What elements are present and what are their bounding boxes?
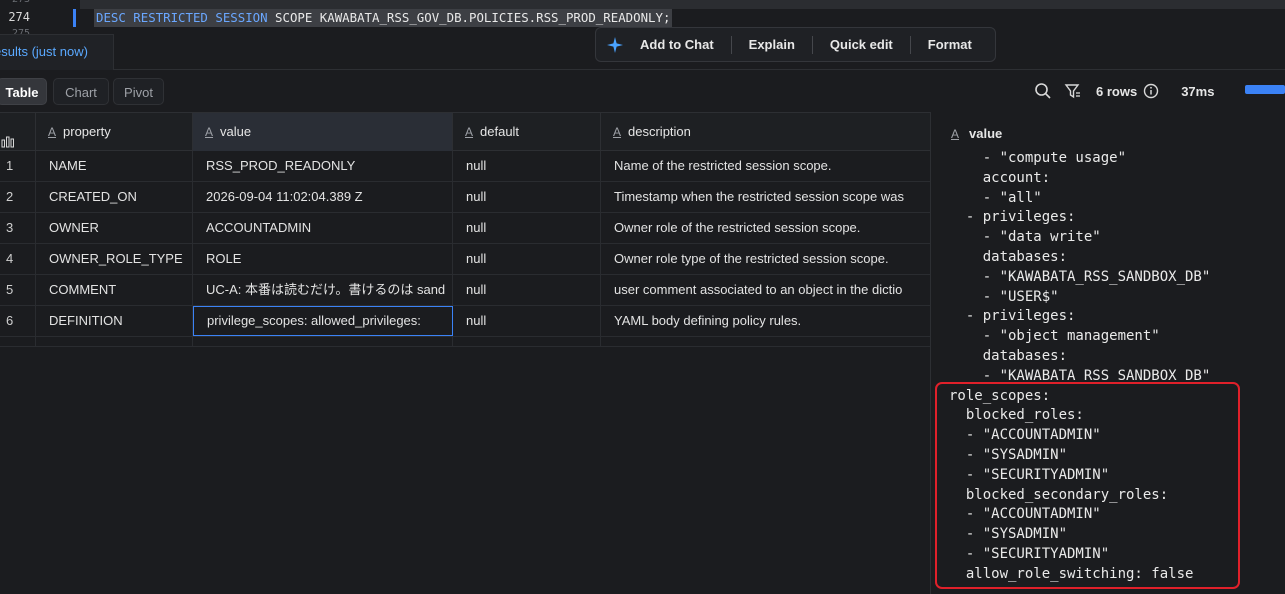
table-row[interactable]: 6 DEFINITION privilege_scopes: allowed_p…	[0, 306, 930, 337]
text-type-icon: A	[48, 125, 57, 139]
cell-property[interactable]: COMMENT	[36, 275, 193, 305]
add-to-chat-button[interactable]: Add to Chat	[640, 37, 731, 52]
tab-table[interactable]: Table	[0, 78, 47, 105]
editor-top-strip	[80, 0, 1285, 9]
result-toolbar: Table Chart Pivot 6 rows 37ms	[0, 70, 1285, 112]
quick-edit-button[interactable]: Quick edit	[813, 37, 910, 52]
results-tab-label: esults (just now)	[0, 44, 88, 59]
row-number-header	[0, 113, 36, 151]
table-row[interactable]: 2 CREATED_ON 2026-09-04 11:02:04.389 Z n…	[0, 182, 930, 213]
current-line-marker	[73, 9, 76, 27]
text-type-icon: A	[205, 125, 214, 139]
row-number: 1	[0, 151, 36, 181]
column-name: default	[480, 124, 520, 139]
table-row[interactable]: 4 OWNER_ROLE_TYPE ROLE null Owner role t…	[0, 244, 930, 275]
cell-value	[193, 337, 453, 346]
cell-default	[453, 337, 601, 346]
detail-panel-title: value	[969, 126, 1003, 141]
cell-description[interactable]: Timestamp when the restricted session sc…	[601, 182, 930, 212]
results-table: Aproperty Avalue Adefault Adescription 1…	[0, 112, 930, 594]
row-number: 6	[0, 306, 36, 336]
query-duration: 37ms	[1181, 83, 1215, 99]
row-number: 4	[0, 244, 36, 274]
line-number-prev: 273	[2, 0, 30, 5]
filter-columns-icon[interactable]	[1064, 82, 1082, 100]
cell-value-selected[interactable]: privilege_scopes: allowed_privileges:	[193, 306, 453, 336]
tab-chart[interactable]: Chart	[53, 78, 109, 105]
column-header-default[interactable]: Adefault	[453, 113, 601, 151]
cell-value[interactable]: UC-A: 本番は読むだけ。書けるのは sand	[193, 275, 453, 305]
table-header: Aproperty Avalue Adefault Adescription	[0, 112, 930, 151]
cell-property[interactable]: OWNER_ROLE_TYPE	[36, 244, 193, 274]
text-type-icon: A	[465, 125, 474, 139]
column-name: value	[220, 124, 252, 139]
cell-description[interactable]: Owner role of the restricted session sco…	[601, 213, 930, 243]
search-icon[interactable]	[1034, 82, 1052, 100]
explain-button[interactable]: Explain	[732, 37, 812, 52]
tab-pivot[interactable]: Pivot	[113, 78, 164, 105]
sparkle-icon	[607, 36, 623, 53]
column-header-property[interactable]: Aproperty	[36, 113, 193, 151]
cell-value[interactable]: ROLE	[193, 244, 453, 274]
cell-property[interactable]: CREATED_ON	[36, 182, 193, 212]
table-row[interactable]: 5 COMMENT UC-A: 本番は読むだけ。書けるのは sand null …	[0, 275, 930, 306]
cell-default[interactable]: null	[453, 151, 601, 181]
cell-default[interactable]: null	[453, 213, 601, 243]
cell-value[interactable]: 2026-09-04 11:02:04.389 Z	[193, 182, 453, 212]
ai-action-toolbar: Add to Chat Explain Quick edit Format	[595, 27, 996, 62]
sql-worksheet: 273 274 275 DESC RESTRICTED SESSION SCOP…	[0, 0, 1285, 594]
cell-description[interactable]: YAML body defining policy rules.	[601, 306, 930, 336]
red-highlight-annotation	[935, 382, 1240, 589]
cell-property[interactable]: OWNER	[36, 213, 193, 243]
cell-value[interactable]: ACCOUNTADMIN	[193, 213, 453, 243]
row-number: 5	[0, 275, 36, 305]
line-number: 274	[8, 10, 30, 24]
sql-keywords: DESC RESTRICTED SESSION	[96, 10, 268, 25]
detail-panel-header: Avalue	[951, 126, 1002, 141]
cell-default[interactable]: null	[453, 306, 601, 336]
column-name: description	[628, 124, 691, 139]
format-button[interactable]: Format	[911, 37, 989, 52]
cell-property[interactable]: NAME	[36, 151, 193, 181]
row-number: 3	[0, 213, 36, 243]
value-detail-panel[interactable]: Avalue - "compute usage" account: - "all…	[930, 112, 1285, 594]
row-count: 6 rows	[1096, 83, 1138, 99]
sql-rest: SCOPE KAWABATA_RSS_GOV_DB.POLICIES.RSS_P…	[267, 10, 671, 25]
text-type-icon: A	[613, 125, 622, 139]
text-type-icon: A	[951, 127, 960, 141]
row-number	[0, 337, 36, 346]
results-tab[interactable]: esults (just now)	[0, 34, 114, 70]
cell-default[interactable]: null	[453, 244, 601, 274]
table-row[interactable]: 3 OWNER ACCOUNTADMIN null Owner role of …	[0, 213, 930, 244]
table-row-partial	[0, 337, 930, 347]
cell-value[interactable]: RSS_PROD_READONLY	[193, 151, 453, 181]
cell-description[interactable]: Name of the restricted session scope.	[601, 151, 930, 181]
column-header-value[interactable]: Avalue	[193, 113, 453, 151]
cell-default[interactable]: null	[453, 182, 601, 212]
cell-default[interactable]: null	[453, 275, 601, 305]
column-stats-icon[interactable]	[1, 125, 17, 151]
cell-description[interactable]: Owner role type of the restricted sessio…	[601, 244, 930, 274]
cell-property	[36, 337, 193, 346]
table-row[interactable]: 1 NAME RSS_PROD_READONLY null Name of th…	[0, 151, 930, 182]
sql-statement[interactable]: DESC RESTRICTED SESSION SCOPE KAWABATA_R…	[94, 9, 673, 27]
duration-bar	[1245, 85, 1285, 94]
result-tools: 6 rows 37ms	[1034, 70, 1214, 112]
cell-property[interactable]: DEFINITION	[36, 306, 193, 336]
column-header-description[interactable]: Adescription	[601, 113, 930, 151]
cell-description[interactable]: user comment associated to an object in …	[601, 275, 930, 305]
info-icon[interactable]	[1143, 83, 1159, 99]
row-number: 2	[0, 182, 36, 212]
column-name: property	[63, 124, 111, 139]
